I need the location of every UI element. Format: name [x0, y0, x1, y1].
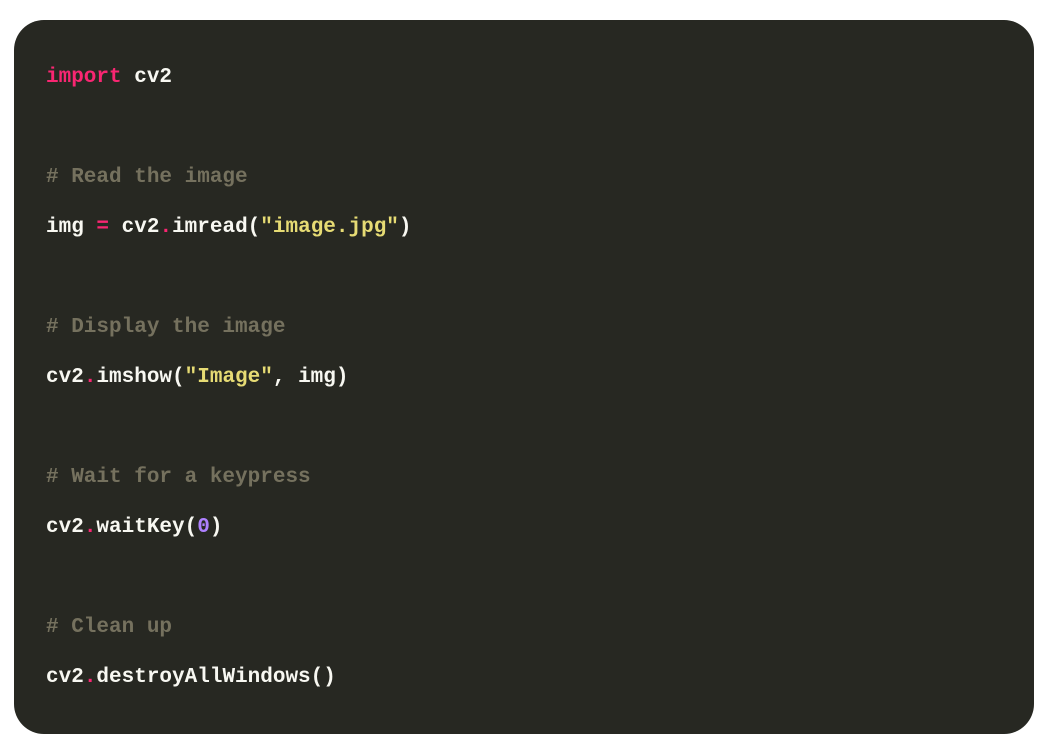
token-plain: imread( [172, 216, 261, 239]
token-plain: , img) [272, 366, 349, 389]
token-string: "image.jpg" [260, 216, 399, 239]
token-punct-dot: . [83, 366, 97, 389]
token-plain: destroyAllWindows() [96, 666, 336, 689]
token-plain: cv2 [46, 666, 84, 689]
code-line: import cv2 [46, 64, 1034, 114]
token-keyword: import [46, 66, 122, 89]
token-plain: cv2 [109, 216, 160, 239]
token-punct-dot: . [83, 516, 97, 539]
token-plain: ) [398, 216, 412, 239]
token-comment: # Read the image [46, 166, 248, 189]
code-line: cv2.destroyAllWindows() [46, 664, 1034, 714]
token-plain: imshow( [96, 366, 185, 389]
code-comment-line: # Clean up [46, 614, 1034, 664]
token-plain: cv2 [121, 66, 173, 89]
token-plain: ) [209, 516, 223, 539]
token-comment: # Wait for a keypress [46, 466, 311, 489]
code-line: img = cv2.imread("image.jpg") [46, 214, 1034, 264]
code-comment-line: # Read the image [46, 164, 1034, 214]
token-string: "Image" [184, 366, 273, 389]
token-punct-dot: . [159, 216, 173, 239]
token-comment: # Display the image [46, 316, 286, 339]
token-punct-dot: . [83, 666, 97, 689]
token-plain: waitKey( [96, 516, 198, 539]
token-number: 0 [197, 516, 210, 539]
token-plain: img [46, 216, 97, 239]
token-plain: cv2 [46, 366, 84, 389]
code-line: cv2.waitKey(0) [46, 514, 1034, 564]
token-operator: = [96, 216, 110, 239]
code-comment-line: # Wait for a keypress [46, 464, 1034, 514]
token-plain: cv2 [46, 516, 84, 539]
token-comment: # Clean up [46, 616, 173, 639]
code-comment-line: # Display the image [46, 314, 1034, 364]
code-line: cv2.imshow("Image", img) [46, 364, 1034, 414]
code-block: import cv2 # Read the image img = cv2.imre… [14, 20, 1034, 734]
